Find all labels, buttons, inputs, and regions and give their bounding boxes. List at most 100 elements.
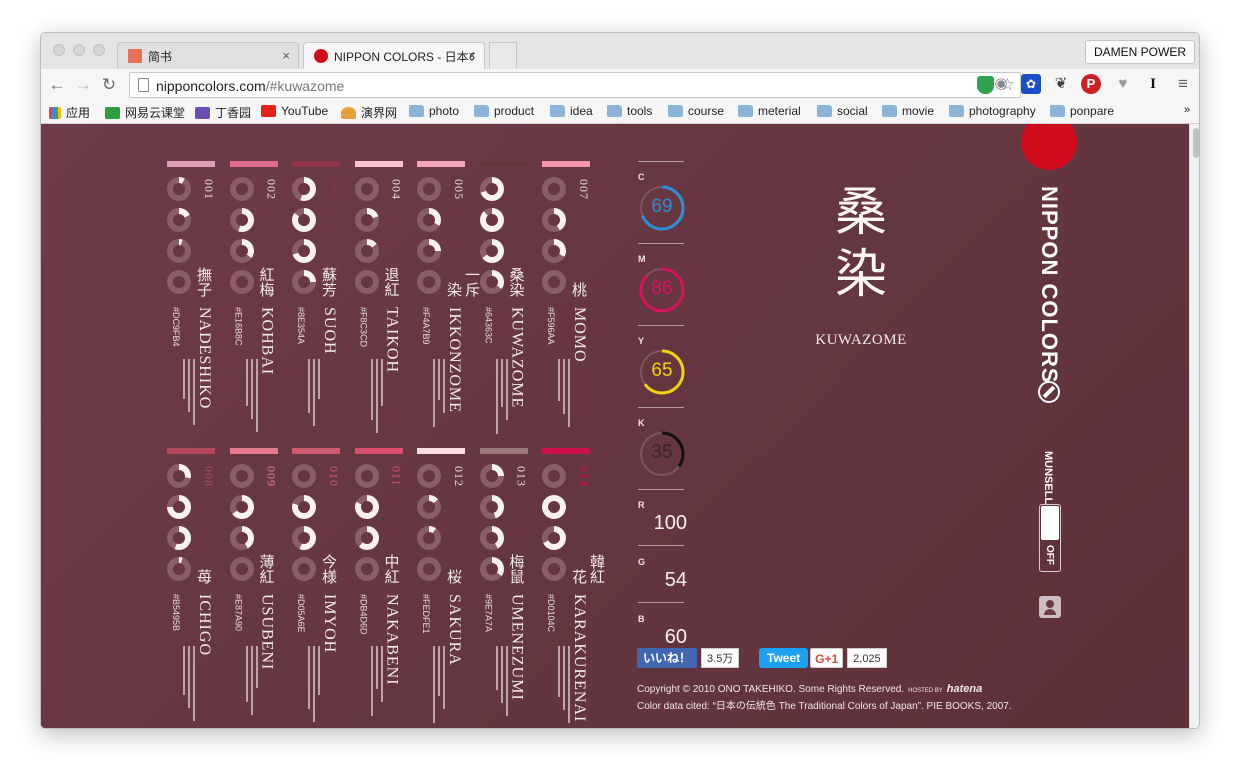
footer: Copyright © 2010 ONO TAKEHIKO. Some Righ… xyxy=(637,682,1012,714)
color-column-ikkonzome[interactable]: 005 一斥染 #F4A7B9 IKKONZOME xyxy=(417,161,481,436)
bookmark-dxy[interactable]: 丁香园 xyxy=(195,104,251,121)
bookmark-youtube[interactable]: YouTube xyxy=(261,104,328,118)
minimize-window-button[interactable] xyxy=(73,44,85,56)
evernote-extension-icon[interactable]: ❦ xyxy=(1051,74,1071,94)
pinterest-extension-icon[interactable]: P xyxy=(1081,74,1101,94)
compass-icon[interactable] xyxy=(1038,381,1060,403)
color-column-suoh[interactable]: 003 蘇芳 #8E354A SUOH xyxy=(292,161,341,436)
site-title: NIPPON COLORS xyxy=(1037,186,1062,384)
k-value: 35 xyxy=(651,442,673,463)
color-hex: #E16B8C xyxy=(233,307,244,346)
folder-icon xyxy=(668,105,683,117)
rgb-lines xyxy=(245,359,270,439)
bookmark-product[interactable]: product xyxy=(474,104,534,118)
bookmark-163-study[interactable]: 网易云课堂 xyxy=(105,104,185,121)
bookmark-course[interactable]: course xyxy=(668,104,724,118)
color-swatch-bar[interactable] xyxy=(479,448,528,454)
user-icon[interactable] xyxy=(1039,596,1061,618)
profile-button[interactable]: DAMEN POWER xyxy=(1084,40,1195,64)
tab-nippon-colors[interactable]: NIPPON COLORS - 日本の伝 × xyxy=(303,42,485,69)
instapaper-extension-icon[interactable]: I xyxy=(1143,74,1163,94)
cmyk-ring xyxy=(167,464,191,488)
tweet-button[interactable]: Tweet xyxy=(759,648,809,668)
color-column-ichigo[interactable]: 008 苺 #B5495B ICHIGO xyxy=(167,448,216,723)
bookmark-photography[interactable]: photography xyxy=(949,104,1036,118)
bookmark-idea[interactable]: idea xyxy=(550,104,593,118)
color-swatch-bar[interactable] xyxy=(292,448,340,454)
color-swatch-bar[interactable] xyxy=(542,161,590,167)
munsell-toggle[interactable]: OFF xyxy=(1039,504,1061,572)
color-swatch-bar[interactable] xyxy=(167,161,215,167)
bookmark-movie[interactable]: movie xyxy=(882,104,934,118)
more-bookmarks-button[interactable]: » xyxy=(1184,104,1190,116)
g-value: 54 xyxy=(664,569,687,591)
color-column-karakurenai[interactable]: 014 韓紅花 #D0104C KARAKURENAI xyxy=(542,448,606,723)
hatena-logo[interactable]: hatena xyxy=(947,683,982,695)
url-text[interactable]: nipponcolors.com/#kuwazome xyxy=(156,78,344,94)
cmyk-ring xyxy=(417,557,441,581)
bookmark-tools[interactable]: tools xyxy=(607,104,652,118)
scrollbar-thumb[interactable] xyxy=(1193,128,1199,158)
globe-extension-icon[interactable]: ◉ xyxy=(991,74,1011,94)
pocket-extension-icon[interactable]: ♥ xyxy=(1113,74,1133,94)
cmyk-ring xyxy=(292,526,316,550)
bookmark-yanjie[interactable]: 演界网 xyxy=(341,104,397,121)
bookmark-ponpare[interactable]: ponpare xyxy=(1050,104,1114,118)
color-column-umenezumi[interactable]: 013 梅鼠 #9E7A7A UMENEZUMI xyxy=(479,448,529,726)
page-scrollbar[interactable] xyxy=(1189,124,1199,728)
new-tab-button[interactable] xyxy=(489,42,517,69)
menu-icon[interactable]: ≡ xyxy=(1173,74,1193,94)
tab-jianshu[interactable]: 简书 × xyxy=(117,42,299,69)
cmyk-ring xyxy=(229,526,254,550)
cmyk-ring xyxy=(479,239,504,263)
facebook-like[interactable]: いいね！ 3.5万 xyxy=(637,648,740,668)
bookmark-photo[interactable]: photo xyxy=(409,104,459,118)
facebook-like-count: 3.5万 xyxy=(701,648,740,668)
nippon-colors-page: 001 撫子 #DC9FB4 NADESHIKO 002 紅梅 #E16B8C KOHBAI 0… xyxy=(41,124,1189,728)
color-swatch-bar[interactable] xyxy=(292,161,340,167)
bookmark-social[interactable]: social xyxy=(817,104,868,118)
color-column-taikoh[interactable]: 004 退紅 #F8C3CD TAIKOH xyxy=(354,161,404,436)
cmyk-ring xyxy=(354,526,379,550)
color-swatch-bar[interactable] xyxy=(354,448,403,454)
close-tab-icon[interactable]: × xyxy=(468,48,476,63)
color-column-sakura[interactable]: 012 桜 #FEDFE1 SAKURA xyxy=(417,448,466,723)
color-column-momo[interactable]: 007 桃 #F596AA MOMO xyxy=(542,161,591,436)
color-number: 012 xyxy=(452,466,466,487)
color-column-nakabeni[interactable]: 011 中紅 #DB4D6D NAKABENI xyxy=(354,448,404,723)
color-column-usubeni[interactable]: 009 薄紅 #E87A90 USUBENI xyxy=(229,448,279,723)
reload-icon[interactable]: ↻ xyxy=(99,75,119,95)
bookmark-apps[interactable]: 应用 xyxy=(49,104,90,121)
divider xyxy=(638,489,684,490)
bookmark-meterial[interactable]: meterial xyxy=(738,104,801,118)
color-swatch-bar[interactable] xyxy=(354,161,403,167)
color-swatch-bar[interactable] xyxy=(229,161,278,167)
color-swatch-bar[interactable] xyxy=(167,448,215,454)
cmyk-ring xyxy=(354,495,379,519)
gplus-button[interactable]: G+1 xyxy=(810,648,844,668)
color-column-imyoh[interactable]: 010 今様 #D05A6E IMYOH xyxy=(292,448,341,723)
color-swatch-bar[interactable] xyxy=(417,161,465,167)
color-column-kohbai[interactable]: 002 紅梅 #E16B8C KOHBAI xyxy=(229,161,279,439)
paw-extension-icon[interactable]: ✿ xyxy=(1021,74,1041,94)
color-swatch-bar[interactable] xyxy=(479,161,528,167)
facebook-like-button[interactable]: いいね！ xyxy=(637,648,698,668)
color-swatch-bar[interactable] xyxy=(542,448,590,454)
jianshu-favicon-icon xyxy=(128,49,142,63)
cmyk-ring xyxy=(417,177,441,201)
color-swatch-bar[interactable] xyxy=(417,448,465,454)
forward-icon[interactable]: → xyxy=(73,75,93,95)
zoom-window-button[interactable] xyxy=(93,44,105,56)
color-column-kuwazome[interactable]: 006 桑染 #64363C KUWAZOME xyxy=(479,161,529,436)
tweet-share[interactable]: Tweet G+1 2,025 xyxy=(759,648,887,668)
address-bar[interactable]: nipponcolors.com/#kuwazome ☆ xyxy=(129,72,1021,98)
divider xyxy=(638,161,684,162)
rgb-lines xyxy=(495,646,520,726)
back-icon[interactable]: ← xyxy=(47,75,67,95)
close-tab-icon[interactable]: × xyxy=(282,48,290,63)
color-column-nadeshiko[interactable]: 001 撫子 #DC9FB4 NADESHIKO xyxy=(167,161,216,436)
close-window-button[interactable] xyxy=(53,44,65,56)
y-dial: 65 xyxy=(638,348,686,396)
color-swatch-bar[interactable] xyxy=(229,448,278,454)
color-number: 011 xyxy=(389,466,404,487)
